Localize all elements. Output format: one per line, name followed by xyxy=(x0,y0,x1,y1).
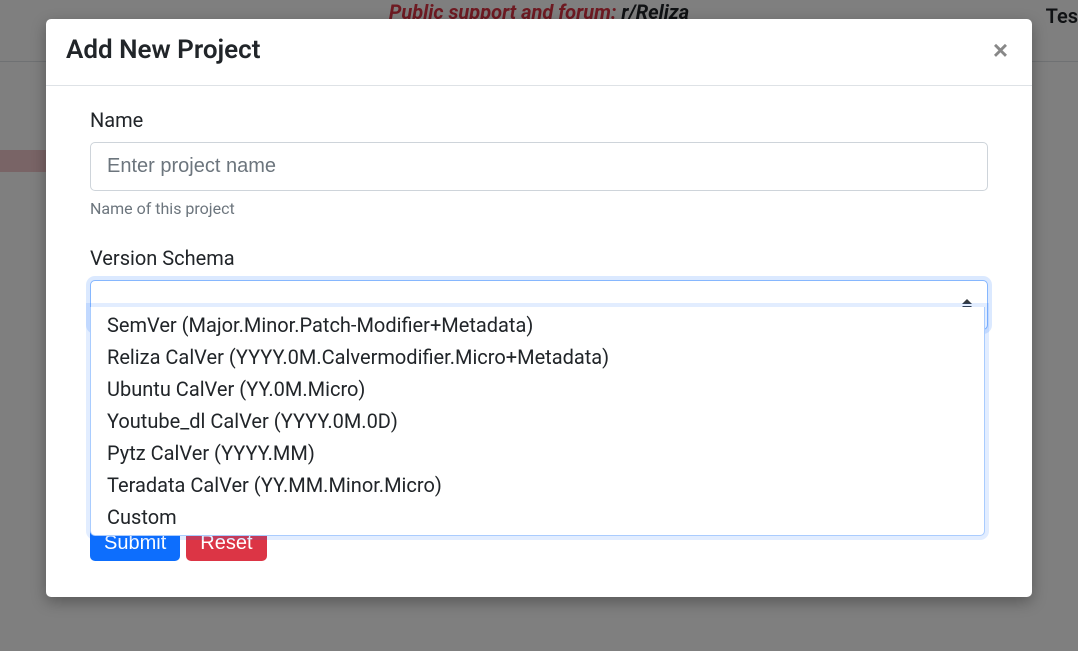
schema-option-custom[interactable]: Custom xyxy=(91,501,984,533)
schema-option-reliza[interactable]: Reliza CalVer (YYYY.0M.Calvermodifier.Mi… xyxy=(91,341,984,373)
modal-body: Name Name of this project Version Schema… xyxy=(46,86,1032,597)
schema-option-ytdl[interactable]: Youtube_dl CalVer (YYYY.0M.0D) xyxy=(91,405,984,437)
schema-dropdown[interactable]: SemVer (Major.Minor.Patch-Modifier+Metad… xyxy=(90,307,985,536)
schema-option-teradata[interactable]: Teradata CalVer (YY.MM.Minor.Micro) xyxy=(91,469,984,501)
modal-header: Add New Project × xyxy=(46,19,1032,86)
schema-option-pytz[interactable]: Pytz CalVer (YYYY.MM) xyxy=(91,437,984,469)
schema-option-semver[interactable]: SemVer (Major.Minor.Patch-Modifier+Metad… xyxy=(91,309,984,341)
modal-title: Add New Project xyxy=(66,35,260,65)
project-name-input[interactable] xyxy=(90,142,988,191)
name-help-text: Name of this project xyxy=(90,199,988,218)
add-project-modal: Add New Project × Name Name of this proj… xyxy=(46,19,1032,597)
close-button[interactable]: × xyxy=(989,37,1012,63)
close-icon: × xyxy=(993,35,1008,65)
schema-label: Version Schema xyxy=(90,246,988,270)
name-label: Name xyxy=(90,108,988,132)
schema-option-ubuntu[interactable]: Ubuntu CalVer (YY.0M.Micro) xyxy=(91,373,984,405)
